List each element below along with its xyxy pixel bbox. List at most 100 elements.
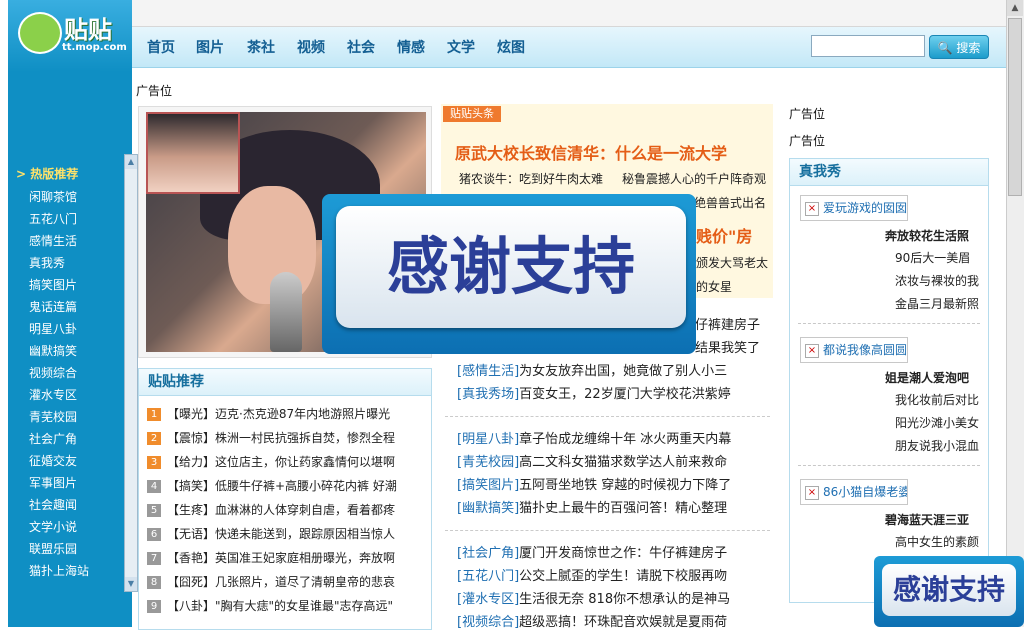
news-title[interactable]: 厦门开发商惊世之作：牛仔裤建房子	[519, 546, 727, 561]
show-thumbnail[interactable]: × 都说我像高圆圆	[800, 337, 908, 363]
sidebar-item[interactable]: 青芜校园	[16, 406, 122, 428]
headline-title[interactable]: 原武大校长致信清华：什么是一流大学	[455, 140, 727, 164]
news-category-tag[interactable]: [明星八卦]	[457, 432, 519, 447]
sidebar-item[interactable]: 文学小说	[16, 516, 122, 538]
news-category-tag[interactable]: [搞笑图片]	[457, 478, 519, 493]
headline-sub-link[interactable]: 秘鲁震撼人心的千户阵奇观	[622, 170, 766, 187]
search-input[interactable]	[811, 35, 925, 57]
news-title[interactable]: 生活很无奈 818你不想承认的是神马	[519, 592, 730, 607]
ad-slot-left[interactable]: 广告位	[136, 82, 172, 99]
news-category-tag[interactable]: [灌水专区]	[457, 592, 519, 607]
show-name[interactable]: 奔放较花生活照	[885, 227, 969, 244]
sidebar-item[interactable]: 鬼话连篇	[16, 296, 122, 318]
news-row[interactable]: [五花八门]公交上腻歪的学生！请脱下校服再吻	[457, 565, 767, 588]
news-title[interactable]: 结果我笑了	[695, 341, 760, 356]
news-category-tag[interactable]: [真我秀场]	[457, 387, 519, 402]
photo-thumbnail[interactable]	[146, 112, 240, 194]
news-category-tag[interactable]: [五花八门]	[457, 569, 519, 584]
show-thumbnail[interactable]: × 爱玩游戏的囡囡	[800, 195, 908, 221]
ad-slot-right-1[interactable]: 广告位	[789, 105, 825, 122]
sidebar-item[interactable]: 猫扑上海站	[16, 560, 122, 582]
headline-sub-link[interactable]: 的女星	[696, 278, 732, 295]
logo-area[interactable]: 贴贴 tt.mop.com	[8, 0, 132, 72]
sidebar-item[interactable]: 联盟乐园	[16, 538, 122, 560]
sidebar-scrollbar[interactable]: ▲ ▼	[124, 154, 138, 592]
rank-item[interactable]: 8 【囧死】几张照片，道尽了清朝皇帝的悲哀	[147, 571, 431, 593]
headline-sub-link[interactable]: 绝兽兽式出名	[694, 194, 766, 211]
sidebar-item[interactable]: 明星八卦	[16, 318, 122, 340]
news-title[interactable]: 五阿哥坐地铁 穿越的时候视力下降了	[519, 478, 731, 493]
sidebar-item[interactable]: 真我秀	[16, 252, 122, 274]
news-category-tag[interactable]: [社会广角]	[457, 546, 519, 561]
sidebar-item[interactable]: 搞笑图片	[16, 274, 122, 296]
news-row[interactable]: [视频综合]超级恶搞！环珠配音欢娱就是夏雨荷	[457, 611, 767, 634]
rank-item[interactable]: 2 【震惊】株洲一村民抗强拆自焚，惨烈全程	[147, 427, 431, 449]
show-link[interactable]: 朋友说我小混血	[895, 437, 979, 454]
nav-item[interactable]: 首页	[147, 37, 175, 57]
news-title[interactable]: 猫扑史上最牛的百强问答！精心整理	[519, 501, 727, 516]
show-link[interactable]: 我化妆前后对比	[895, 391, 979, 408]
sidebar-item[interactable]: 幽默搞笑	[16, 340, 122, 362]
news-row[interactable]: [明星八卦]章子怡成龙缠绵十年 冰火两重天内幕	[457, 428, 767, 451]
rank-item[interactable]: 5 【生疼】血淋淋的人体穿刺自虐，看着都疼	[147, 499, 431, 521]
sidebar-item[interactable]: 社会广角	[16, 428, 122, 450]
news-category-tag[interactable]: [幽默搞笑]	[457, 501, 519, 516]
news-title[interactable]: 高二文科女猫猫求数学达人前来救命	[519, 455, 727, 470]
show-thumbnail[interactable]: × 86小猫自爆老婆	[800, 479, 908, 505]
news-title[interactable]: 公交上腻歪的学生！请脱下校服再吻	[519, 569, 727, 584]
headline-sub-link[interactable]: 颁发大骂老太	[696, 254, 768, 271]
nav-item[interactable]: 情感	[397, 37, 425, 57]
news-row[interactable]: [真我秀场]百变女王，22岁厦门大学校花洪紫婷	[457, 383, 767, 406]
rank-item[interactable]: 3 【给力】这位店主，你让药家鑫情何以堪啊	[147, 451, 431, 473]
sidebar-item[interactable]: 军事图片	[16, 472, 122, 494]
scroll-thumb[interactable]	[1008, 18, 1022, 196]
nav-item[interactable]: 炫图	[497, 37, 525, 57]
rank-item[interactable]: 9 【八卦】"胸有大痣"的女星谁最"志存高远"	[147, 595, 431, 617]
sidebar-item[interactable]: 感情生活	[16, 230, 122, 252]
rank-item[interactable]: 4 【搞笑】低腰牛仔裤+高腰小碎花内裤 好潮	[147, 475, 431, 497]
news-title[interactable]: 超级恶搞！环珠配音欢娱就是夏雨荷	[519, 615, 727, 630]
show-link[interactable]: 阳光沙滩小美女	[895, 414, 979, 431]
show-name[interactable]: 姐是潮人爱泡吧	[885, 369, 969, 386]
rank-item[interactable]: 1 【曝光】迈克·杰克逊87年内地游照片曝光	[147, 403, 431, 425]
news-row[interactable]: [灌水专区]生活很无奈 818你不想承认的是神马	[457, 588, 767, 611]
nav-item[interactable]: 社会	[347, 37, 375, 57]
nav-item[interactable]: 茶社	[247, 37, 275, 57]
show-link[interactable]: 90后大一美眉	[895, 249, 970, 266]
news-category-tag[interactable]: [青芜校园]	[457, 455, 519, 470]
sidebar-item[interactable]: 视频综合	[16, 362, 122, 384]
news-row[interactable]: [社会广角]厦门开发商惊世之作：牛仔裤建房子	[457, 542, 767, 565]
news-category-tag[interactable]: [视频综合]	[457, 615, 519, 630]
sidebar-item[interactable]: 五花八门	[16, 208, 122, 230]
news-title[interactable]: 为女友放弃出国，她竟做了别人小三	[519, 364, 727, 379]
news-row[interactable]: [搞笑图片]五阿哥坐地铁 穿越的时候视力下降了	[457, 474, 767, 497]
sidebar-item[interactable]: 征婚交友	[16, 450, 122, 472]
news-title[interactable]: 百变女王，22岁厦门大学校花洪紫婷	[519, 387, 731, 402]
sidebar-item[interactable]: 灌水专区	[16, 384, 122, 406]
headline-sub-link[interactable]: 猪农谈牛：吃到好牛肉太难	[459, 170, 603, 187]
show-link[interactable]: 金晶三月最新照	[895, 295, 979, 312]
nav-item[interactable]: 视频	[297, 37, 325, 57]
news-row[interactable]: [青芜校园]高二文科女猫猫求数学达人前来救命	[457, 451, 767, 474]
page-scrollbar[interactable]: ▲	[1006, 0, 1024, 627]
ad-slot-right-2[interactable]: 广告位	[789, 132, 825, 149]
show-link[interactable]: 浓妆与裸妆的我	[895, 272, 979, 289]
sidebar-item[interactable]: 闲聊茶馆	[16, 186, 122, 208]
news-row[interactable]: [感情生活]为女友放弃出国，她竟做了别人小三	[457, 360, 767, 383]
show-link[interactable]: 高中女生的素颜	[895, 533, 979, 550]
scroll-up-icon[interactable]: ▲	[125, 155, 137, 169]
search-button[interactable]: 🔍 搜索	[929, 35, 989, 59]
show-name[interactable]: 碧海蓝天涯三亚	[885, 511, 969, 528]
news-title[interactable]: 章子怡成龙缠绵十年 冰火两重天内幕	[519, 432, 731, 447]
rank-item[interactable]: 6 【无语】快递未能送到，跟踪原因相当惊人	[147, 523, 431, 545]
nav-item[interactable]: 图片	[196, 37, 224, 57]
news-category-tag[interactable]: [感情生活]	[457, 364, 519, 379]
scroll-up-icon[interactable]: ▲	[1007, 0, 1023, 16]
headline-sub-title[interactable]: 贱价"房	[696, 223, 752, 247]
scroll-down-icon[interactable]: ▼	[125, 577, 137, 591]
rank-item[interactable]: 7 【香艳】英国准王妃家庭相册曝光，奔放啊	[147, 547, 431, 569]
nav-item[interactable]: 文学	[447, 37, 475, 57]
sidebar-item[interactable]: 社会趣闻	[16, 494, 122, 516]
news-row[interactable]: [幽默搞笑]猫扑史上最牛的百强问答！精心整理	[457, 497, 767, 520]
thanks-overlay-text: 感谢支持	[386, 230, 635, 303]
